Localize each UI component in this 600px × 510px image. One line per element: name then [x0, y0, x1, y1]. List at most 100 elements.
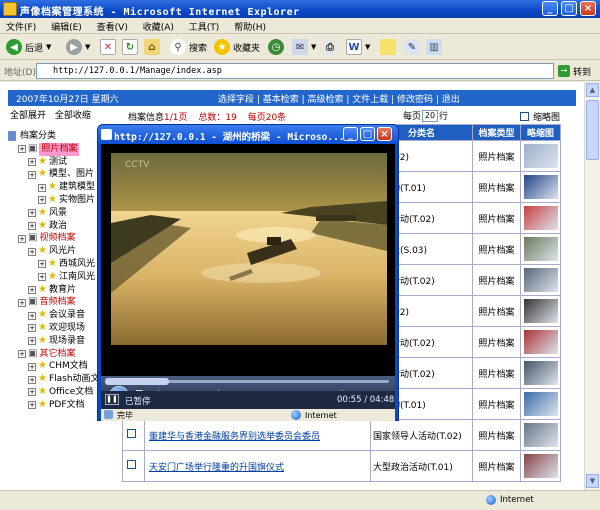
- stop-button[interactable]: ✕: [100, 38, 119, 56]
- forward-button[interactable]: ▶ ▼: [66, 38, 90, 56]
- tree-item[interactable]: + ★ 西城风光: [8, 258, 100, 271]
- thumbnail-image[interactable]: [523, 299, 558, 323]
- thumbnail-image[interactable]: [523, 361, 558, 385]
- tree-item[interactable]: + ★ 欢迎现场: [8, 322, 100, 335]
- history-button[interactable]: ◷: [268, 38, 287, 56]
- thumbnail-image[interactable]: [523, 392, 558, 416]
- expand-toggle-icon[interactable]: +: [38, 273, 46, 282]
- page-size-input[interactable]: 20: [422, 109, 439, 122]
- expand-toggle-icon[interactable]: +: [28, 324, 36, 333]
- expand-toggle-icon[interactable]: +: [28, 221, 36, 230]
- back-button[interactable]: ◀ 后退 ▼: [6, 38, 51, 56]
- tree-item[interactable]: + ★ 实物图片: [8, 194, 100, 207]
- tree-item[interactable]: + ★ Flash动画文: [8, 373, 100, 386]
- vertical-scrollbar[interactable]: ▲ ▼: [584, 82, 600, 490]
- thumbnail-image[interactable]: [523, 423, 558, 447]
- print-button[interactable]: ⎙: [322, 38, 341, 56]
- scroll-up-arrow[interactable]: ▲: [586, 83, 599, 97]
- scroll-down-arrow[interactable]: ▼: [586, 474, 599, 488]
- row-checkbox[interactable]: [127, 429, 136, 438]
- thumbnail-image[interactable]: [523, 268, 558, 292]
- table-row[interactable]: 天安门广场举行隆重的升国旗仪式 大型政治活动(T.01) 照片档案: [122, 450, 561, 482]
- seek-bar[interactable]: [105, 378, 389, 385]
- tree-item[interactable]: + ▣ 照片档案: [8, 142, 100, 156]
- menu-view[interactable]: 查看(V): [91, 18, 134, 33]
- expand-toggle-icon[interactable]: +: [28, 247, 36, 256]
- menu-help[interactable]: 帮助(H): [228, 18, 272, 33]
- tree-item[interactable]: + ▣ 音频档案: [8, 296, 100, 309]
- menu-favorites[interactable]: 收藏(A): [137, 18, 180, 33]
- top-nav-links[interactable]: 选择字段 | 基本检索 | 高级检索 | 文件上载 | 修改密码 | 退出: [218, 92, 460, 105]
- window-titlebar[interactable]: 声像档案管理系统 - Microsoft Internet Explorer _…: [0, 0, 600, 18]
- popup-close-button[interactable]: ×: [377, 127, 392, 141]
- home-button[interactable]: ⌂: [144, 38, 163, 56]
- mail-button[interactable]: ✉ ▼: [292, 38, 316, 56]
- expand-toggle-icon[interactable]: +: [18, 145, 26, 154]
- tree-item[interactable]: + ★ 风景: [8, 207, 100, 220]
- search-button[interactable]: ⚲ 搜索: [170, 38, 207, 56]
- menu-file[interactable]: 文件(F): [0, 18, 42, 33]
- expand-toggle-icon[interactable]: +: [18, 234, 26, 243]
- menu-edit[interactable]: 编辑(E): [45, 18, 88, 33]
- tree-root[interactable]: 档案分类: [8, 130, 100, 143]
- tree-item[interactable]: + ★ 建筑模型: [8, 181, 100, 194]
- go-button[interactable]: → 转到: [558, 63, 596, 79]
- tree-item[interactable]: + ★ 会议录音: [8, 309, 100, 322]
- research-button[interactable]: ▥: [426, 38, 445, 56]
- tree-item[interactable]: + ★ 政治: [8, 220, 100, 233]
- popup-titlebar[interactable]: http://127.0.0.1 - 湖州的桥梁 - Microso... _ …: [98, 125, 398, 144]
- video-popup-window[interactable]: http://127.0.0.1 - 湖州的桥梁 - Microso... _ …: [97, 124, 399, 421]
- row-checkbox[interactable]: [127, 460, 136, 469]
- tree-item[interactable]: + ▣ 其它档案: [8, 348, 100, 361]
- thumbnail-image[interactable]: [523, 175, 558, 199]
- popup-minimize-button[interactable]: _: [343, 127, 358, 141]
- expand-toggle-icon[interactable]: +: [28, 311, 36, 320]
- tree-item[interactable]: + ▣ 视频档案: [8, 232, 100, 245]
- expand-toggle-icon[interactable]: +: [28, 285, 36, 294]
- expand-toggle-icon[interactable]: +: [18, 298, 26, 307]
- expand-toggle-icon[interactable]: +: [28, 337, 36, 346]
- tree-item[interactable]: + ★ CHM文档: [8, 360, 100, 373]
- close-button[interactable]: ×: [580, 1, 596, 16]
- thumbnail-image[interactable]: [523, 330, 558, 354]
- collapse-all-link[interactable]: 全部收缩: [55, 111, 91, 121]
- tree-item[interactable]: + ★ 江南风光: [8, 271, 100, 284]
- thumbnail-image[interactable]: [523, 206, 558, 230]
- video-player[interactable]: CCTV: [101, 144, 395, 376]
- scroll-thumb[interactable]: [586, 100, 599, 160]
- expand-toggle-icon[interactable]: +: [28, 170, 36, 179]
- tree-item[interactable]: + ★ 现场录音: [8, 335, 100, 348]
- expand-toggle-icon[interactable]: +: [28, 401, 36, 410]
- favorites-button[interactable]: ★ 收藏夹: [214, 38, 260, 56]
- tree-item[interactable]: + ★ 风光片: [8, 245, 100, 258]
- expand-toggle-icon[interactable]: +: [28, 362, 36, 371]
- expand-toggle-icon[interactable]: +: [28, 375, 36, 384]
- archive-title-link[interactable]: 天安门广场举行隆重的升国旗仪式: [149, 463, 284, 473]
- address-input[interactable]: http://127.0.0.1/Manage/index.asp: [36, 63, 554, 79]
- expand-toggle-icon[interactable]: +: [38, 260, 46, 269]
- thumbnail-image[interactable]: [523, 454, 558, 478]
- thumbnail-checkbox[interactable]: [520, 112, 529, 121]
- expand-toggle-icon[interactable]: +: [28, 157, 36, 166]
- messenger-button[interactable]: ✎: [404, 38, 423, 56]
- table-row[interactable]: 董建华与香港金融服务界别选举委员会委员 国家领导人活动(T.02) 照片档案: [122, 419, 561, 451]
- expand-toggle-icon[interactable]: +: [28, 209, 36, 218]
- expand-toggle-icon[interactable]: +: [18, 349, 26, 358]
- tree-item[interactable]: + ★ PDF文档: [8, 399, 100, 412]
- thumbnail-toggle[interactable]: 缩略图: [520, 110, 560, 123]
- expand-toggle-icon[interactable]: +: [38, 196, 46, 205]
- expand-all-link[interactable]: 全部展开: [10, 111, 46, 121]
- menu-tools[interactable]: 工具(T): [183, 18, 226, 33]
- tree-item[interactable]: + ★ 测试: [8, 156, 100, 169]
- minimize-button[interactable]: _: [542, 1, 558, 16]
- maximize-button[interactable]: □: [561, 1, 577, 16]
- col-type[interactable]: 档案类型: [472, 124, 521, 141]
- tree-item[interactable]: + ★ 教育片: [8, 284, 100, 297]
- edit-button[interactable]: W ▼: [346, 38, 370, 56]
- discuss-button[interactable]: [380, 38, 399, 56]
- refresh-button[interactable]: ↻: [122, 38, 141, 56]
- archive-title-link[interactable]: 董建华与香港金融服务界别选举委员会委员: [149, 432, 320, 442]
- expand-toggle-icon[interactable]: +: [28, 388, 36, 397]
- thumbnail-image[interactable]: [523, 237, 558, 261]
- expand-toggle-icon[interactable]: +: [38, 183, 46, 192]
